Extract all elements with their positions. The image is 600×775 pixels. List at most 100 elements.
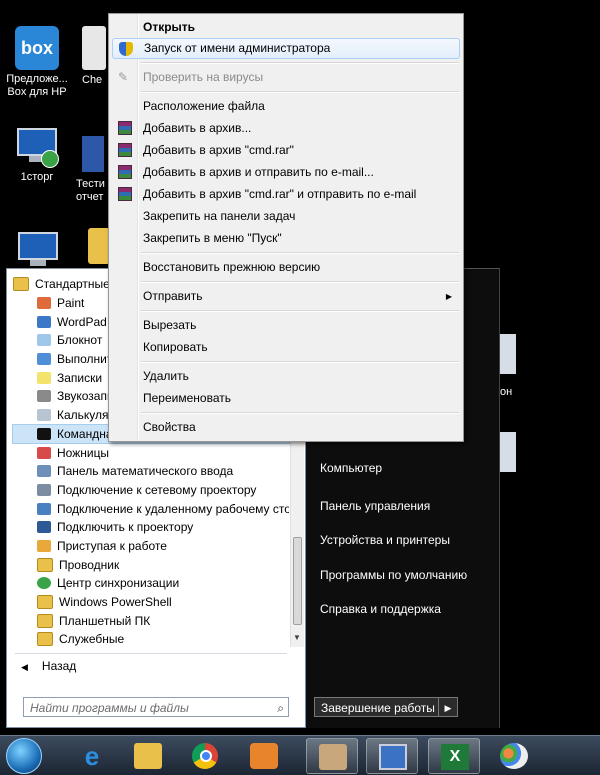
menu-item-scan-virus[interactable]: ✎ Проверить на вирусы [112,67,460,88]
menu-item-copy[interactable]: Копировать [112,337,460,358]
folder-icon [13,277,29,292]
network-computer-icon[interactable] [16,232,60,272]
run-icon [37,353,51,366]
excel-icon: X [441,744,469,770]
document-icon[interactable] [500,334,516,374]
wordpad-icon [37,315,51,328]
menu-separator [141,281,459,283]
box-app-icon: box [15,26,59,70]
sticky-notes-icon [37,371,51,384]
shutdown-options-arrow-icon[interactable]: ▶ [438,697,458,717]
chrome-center [200,750,212,762]
shortcut-icon [82,26,106,70]
taskbar-network[interactable] [366,738,418,774]
menu-item-rename[interactable]: Переименовать [112,388,460,409]
network-icon [379,744,407,770]
taskbar-explorer[interactable] [122,738,174,774]
list-item[interactable]: Центр синхронизации [13,574,289,593]
scroll-down-arrow-icon[interactable]: ▼ [293,633,301,642]
back-button[interactable]: ◀ Назад [21,659,76,673]
list-item[interactable]: Приступая к работе [13,537,289,556]
desktop-icon-label: Предложе... Box для HP [6,73,68,98]
antivirus-icon: ✎ [118,70,129,84]
menu-item-pin-taskbar[interactable]: Закрепить на панели задач [112,206,460,227]
sound-recorder-icon [37,390,51,403]
user-app-icon [319,744,347,770]
explorer-icon [37,557,53,572]
calculator-icon [37,409,51,422]
folder-icon [37,595,53,610]
cmd-icon [37,427,51,440]
menu-item-cut[interactable]: Вырезать [112,315,460,336]
taskbar-excel[interactable]: X [428,738,480,774]
taskbar-chrome[interactable] [180,738,232,774]
folder-icon[interactable] [88,228,110,264]
menu-item-delete[interactable]: Удалить [112,366,460,387]
list-item[interactable]: Ножницы [13,443,289,462]
computer-link[interactable]: Компьютер [320,461,382,475]
list-item[interactable]: Windows PowerShell [13,593,289,612]
winrar-icon [118,121,132,135]
default-programs-link[interactable]: Программы по умолчанию [320,568,467,582]
search-icon[interactable]: ⌕ [277,698,284,718]
menu-item-add-archive[interactable]: Добавить в архив... [112,118,460,139]
desktop-icon-label: 1сторг [20,171,54,183]
network-projector-icon [37,483,51,496]
list-item[interactable]: Подключение к сетевому проектору [13,481,289,500]
list-item[interactable]: Подключение к удаленному рабочему столу [13,499,289,518]
winrar-icon [118,143,132,157]
help-support-link[interactable]: Справка и поддержка [320,602,441,616]
desktop-icon-test[interactable]: Тести отчет [76,136,108,204]
scrollbar-thumb[interactable] [293,537,302,625]
control-panel-link[interactable]: Панель управления [320,499,430,513]
menu-item-send-to[interactable]: Отправить ▶ [112,286,460,307]
menu-separator [141,361,459,363]
folder-icon [37,632,53,647]
back-arrow-icon: ◀ [21,662,28,672]
math-input-icon [37,465,51,478]
menu-item-add-archive-email[interactable]: Добавить в архив и отправить по e-mail..… [112,162,460,183]
projector-icon [37,521,51,534]
list-item[interactable]: Проводник [13,555,289,574]
menu-item-open[interactable]: Открыть [112,17,460,38]
menu-separator [141,412,459,414]
list-item[interactable]: Служебные [13,630,289,649]
taskbar-paint[interactable] [488,738,540,774]
menu-item-add-cmd-rar[interactable]: Добавить в архив "cmd.rar" [112,140,460,161]
winrar-icon [118,165,132,179]
desktop-icon-label: Тести отчет [76,178,105,203]
menu-item-restore-version[interactable]: Восстановить прежнюю версию [112,257,460,278]
shortcut-icon [82,136,104,172]
internet-explorer-icon: e [84,741,100,771]
taskbar-ie[interactable]: e [66,738,118,774]
sync-center-icon [37,577,51,590]
file-explorer-icon [134,743,162,769]
list-item[interactable]: Планшетный ПК [13,611,289,630]
desktop-icon-box[interactable]: box Предложе... Box для HP [2,26,72,99]
taskbar-user-app[interactable] [306,738,358,774]
menu-separator [141,91,459,93]
document-icon[interactable] [500,432,516,472]
menu-separator [141,62,459,64]
shutdown-button[interactable]: Завершение работы [314,697,442,717]
devices-printers-link[interactable]: Устройства и принтеры [320,533,450,547]
menu-item-properties[interactable]: Свойства [112,417,460,438]
paint-icon [37,297,51,310]
desktop-icon-label: он [500,386,513,398]
taskbar-media[interactable] [238,738,290,774]
context-menu: Открыть Запуск от имени администратора ✎… [108,13,464,442]
menu-item-run-as-admin[interactable]: Запуск от имени администратора [112,38,460,59]
menu-item-pin-start[interactable]: Закрепить в меню "Пуск" [112,228,460,249]
desktop-icon-che[interactable]: Che [82,26,110,87]
menu-item-file-location[interactable]: Расположение файла [112,96,460,117]
list-item[interactable]: Подключить к проектору [13,518,289,537]
search-input[interactable]: Найти программы и файлы ⌕ [23,697,289,717]
menu-item-add-cmd-rar-email[interactable]: Добавить в архив "cmd.rar" и отправить п… [112,184,460,205]
snipping-tool-icon [37,446,51,459]
taskbar: e X [0,735,600,775]
start-orb[interactable] [6,738,42,774]
desktop-icon-1ctorg[interactable]: 1сторг [2,128,72,184]
network-computer-icon [15,128,59,168]
list-item[interactable]: Панель математического ввода [13,462,289,481]
folder-icon [37,613,53,628]
